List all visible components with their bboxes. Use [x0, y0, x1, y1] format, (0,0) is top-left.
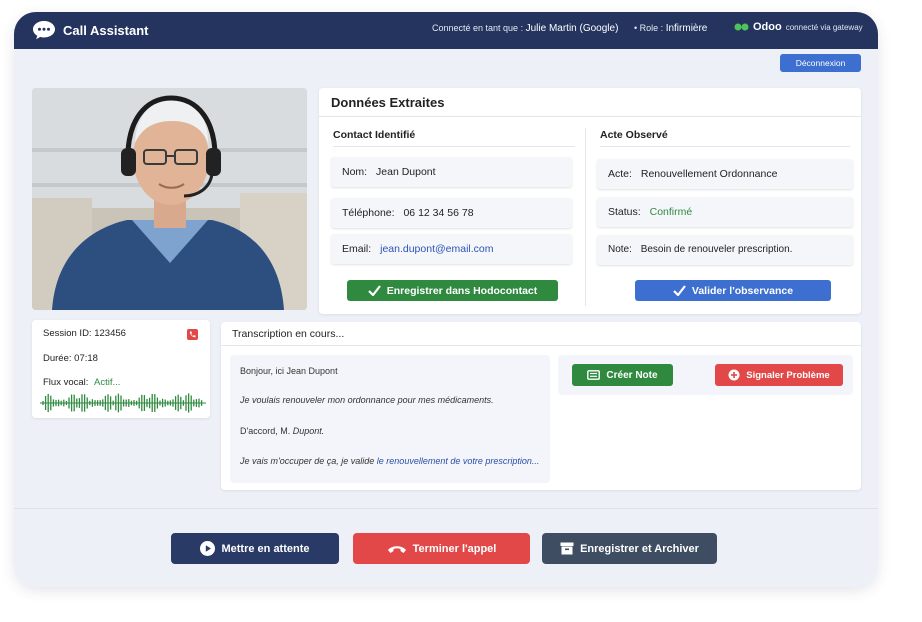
contact-phone-label: Téléphone:: [342, 207, 395, 219]
transcript-line-3b: Dupont.: [292, 426, 325, 436]
contact-name-field: Nom: Jean Dupont: [331, 157, 572, 187]
act-section-title: Acte Observé: [600, 129, 668, 141]
transcription-title: Transcription en cours...: [232, 328, 345, 340]
transcription-panel: Transcription en cours... Bonjour, ici J…: [221, 322, 861, 490]
contact-phone-value: 06 12 34 56 78: [403, 207, 474, 219]
logout-button[interactable]: Déconnexion: [780, 54, 861, 72]
panel-divider: [319, 116, 861, 117]
action-bar: Créer Note Signaler Problème: [558, 355, 853, 395]
brand: Call Assistant: [32, 20, 149, 40]
stream-value: Actif...: [94, 377, 121, 388]
act-value: Renouvellement Ordonnance: [640, 168, 778, 180]
note-field: Note: Besoin de renouveler prescription.: [597, 235, 853, 265]
session-id-value: 123456: [94, 328, 126, 339]
transcription-divider: [221, 345, 861, 346]
odoo-connection: Odoo connecté via gateway: [734, 21, 863, 33]
session-panel: Session ID: 123456 Durée: 07:18 Flux voc…: [32, 320, 210, 418]
create-note-button[interactable]: Créer Note: [572, 364, 673, 386]
app-window: Call Assistant Connecté en tant que : Ju…: [14, 12, 878, 587]
create-note-label: Créer Note: [606, 369, 658, 381]
contact-section-title: Contact Identifié: [333, 129, 416, 141]
voice-waveform: [40, 393, 206, 413]
status-field: Status: Confirmé: [597, 197, 853, 227]
stream-label: Flux vocal:: [43, 377, 89, 388]
contact-phone-field: Téléphone: 06 12 34 56 78: [331, 198, 572, 228]
duration-value: 07:18: [74, 353, 98, 364]
save-archive-label: Enregistrer et Archiver: [580, 542, 699, 555]
transcript-line-3a: D'accord, M.: [240, 426, 293, 436]
duration-label: Durée:: [43, 353, 72, 364]
transcript-line-4a: Je vais m'occuper de ça, je valide: [240, 456, 377, 466]
checkmark-icon: [367, 285, 381, 296]
hangup-icon: [387, 545, 406, 553]
role-prefix: • Role :: [634, 23, 664, 33]
role-info: • Role : Infirmière: [634, 23, 707, 34]
chat-bubble-icon: [33, 21, 55, 40]
top-bar: Call Assistant Connecté en tant que : Ju…: [14, 12, 878, 49]
act-section-divider: [600, 146, 850, 147]
odoo-status: connecté via gateway: [785, 22, 863, 32]
note-value: Besoin de renouveler prescription.: [640, 244, 793, 255]
role-value: Infirmière: [665, 23, 708, 34]
odoo-brand: Odoo: [753, 21, 782, 33]
status-label: Status:: [608, 206, 641, 218]
save-contact-button[interactable]: Enregistrer dans Hodocontact: [347, 280, 558, 301]
contact-email-field: Email: jean.dupont@email.com: [331, 234, 572, 264]
column-divider: [585, 128, 586, 306]
transcript-box: Bonjour, ici Jean Dupont Je voulais reno…: [230, 355, 550, 483]
odoo-status-icon: [734, 23, 749, 31]
archive-icon: [560, 542, 574, 555]
extracted-data-title: Données Extraites: [331, 95, 445, 110]
note-icon: [587, 370, 601, 380]
app-title: Call Assistant: [63, 22, 149, 38]
transcript-line-2a: Je voulais renouveler: [240, 395, 328, 405]
hold-button[interactable]: Mettre en attente: [171, 533, 339, 564]
note-label: Note:: [608, 244, 632, 255]
phone-icon: [187, 329, 198, 340]
contact-name-value: Jean Dupont: [376, 166, 436, 178]
report-problem-label: Signaler Problème: [746, 369, 830, 381]
plus-circle-icon: [728, 369, 740, 381]
connected-prefix: Connecté en tant que :: [432, 23, 524, 33]
end-call-label: Terminer l'appel: [412, 542, 497, 555]
contact-section-divider: [333, 146, 575, 147]
transcript-line-2b: mon ordonnance pour mes médicaments.: [327, 395, 494, 405]
checkmark-icon: [673, 285, 686, 296]
report-problem-button[interactable]: Signaler Problème: [715, 364, 843, 386]
validate-observance-label: Valider l'observance: [691, 284, 794, 297]
extracted-data-panel: Données Extraites Contact Identifié Nom:…: [319, 88, 861, 314]
session-id-label: Session ID:: [43, 328, 92, 339]
validate-observance-button[interactable]: Valider l'observance: [635, 280, 831, 301]
contact-email-value[interactable]: jean.dupont@email.com: [380, 243, 493, 255]
footer-divider: [14, 508, 878, 509]
act-field: Acte: Renouvellement Ordonnance: [597, 159, 853, 189]
connected-user-info: Connecté en tant que : Julie Martin (Goo…: [432, 23, 618, 34]
play-icon: [200, 541, 216, 556]
contact-name-label: Nom:: [342, 166, 368, 178]
end-call-button[interactable]: Terminer l'appel: [353, 533, 530, 564]
transcript-line-1: Bonjour, ici Jean Dupont: [240, 366, 338, 376]
transcript-line-3: D'accord, M. Dupont.: [240, 426, 324, 436]
user-name: Julie Martin (Google): [525, 23, 619, 34]
save-contact-label: Enregistrer dans Hodocontact: [386, 284, 538, 297]
voice-stream: Flux vocal: Actif...: [43, 377, 120, 388]
transcript-line-2: Je voulais renouveler mon ordonnance pou…: [240, 395, 494, 405]
hold-label: Mettre en attente: [221, 542, 310, 555]
save-archive-button[interactable]: Enregistrer et Archiver: [542, 533, 717, 564]
transcript-line-4: Je vais m'occuper de ça, je valide le re…: [240, 456, 539, 466]
act-label: Acte:: [608, 168, 632, 180]
session-duration: Durée: 07:18: [43, 353, 98, 364]
caller-photo: [32, 88, 307, 310]
status-value: Confirmé: [649, 206, 693, 218]
session-id: Session ID: 123456: [43, 328, 126, 339]
contact-email-label: Email:: [342, 243, 372, 255]
transcript-line-4b: le renouvellement de votre prescription.…: [376, 456, 540, 466]
